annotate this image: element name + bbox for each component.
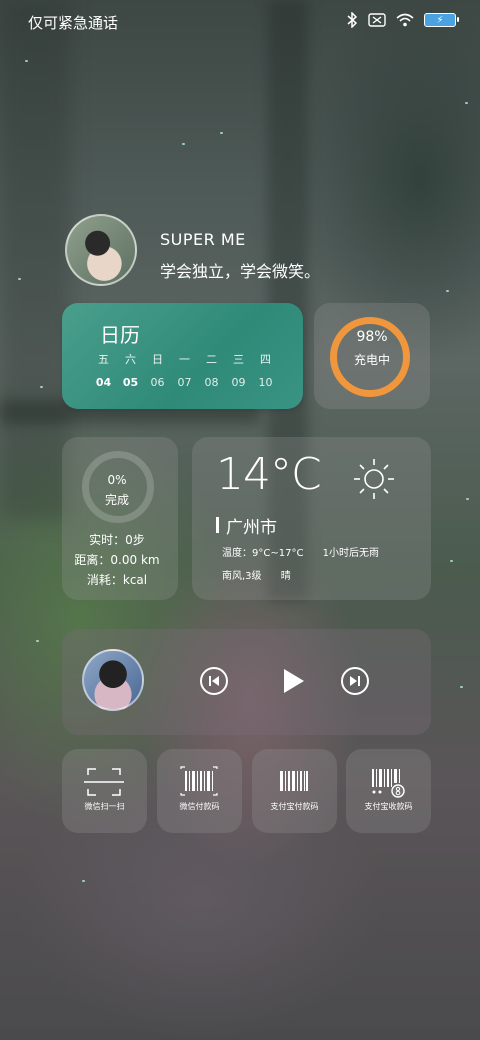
weekday-label: 六 <box>125 353 136 366</box>
steps-progress-ring <box>82 451 154 523</box>
alipay-pay-shortcut[interactable]: 支付宝付款码 <box>252 749 337 833</box>
weather-range: 温度：9°C~17°C <box>222 548 304 559</box>
weather-wind-row: 南风,3级 晴 <box>222 567 307 582</box>
background-speck <box>25 60 28 62</box>
calendar-widget[interactable]: 日历 五 六 日 一 二 三 四 04 05 06 07 08 09 10 <box>62 303 303 409</box>
steps-percent: 0% <box>107 473 127 487</box>
city-marker <box>216 517 219 533</box>
weather-forecast: 1小时后无雨 <box>322 548 379 559</box>
weekday-label: 四 <box>260 353 271 366</box>
weekday-label: 日 <box>152 353 163 366</box>
calendar-date: 06 <box>150 376 165 389</box>
calendar-date: 04 <box>95 376 112 389</box>
charge-status: 充电中 <box>353 353 390 367</box>
weekday-label: 五 <box>98 353 109 366</box>
weather-widget[interactable]: 14°C 广州市 温度：9°C~17°C 1小时后无雨 南风,3级 晴 <box>192 437 431 600</box>
background-speck <box>465 102 468 104</box>
steps-widget[interactable]: 0% 完成 实时：0步 距离：0.00 km 消耗：kcal <box>62 437 178 600</box>
wifi-icon <box>396 13 414 27</box>
shortcut-label: 支付宝付款码 <box>270 802 319 811</box>
barcode-receive-icon <box>372 769 405 798</box>
barcode-icon <box>280 771 308 791</box>
steps-realtime: 实时：0步 <box>89 533 145 547</box>
background-speck <box>36 640 39 642</box>
background-speck <box>40 386 43 388</box>
album-art[interactable] <box>82 649 144 711</box>
avatar[interactable] <box>65 214 137 286</box>
music-widget <box>62 629 431 735</box>
status-icons: ⚡ <box>346 12 459 28</box>
profile-motto: 学会独立，学会微笑。 <box>160 262 321 281</box>
shortcut-label: 微信付款码 <box>179 802 220 811</box>
alipay-receive-shortcut[interactable]: 支付宝收款码 <box>346 749 431 833</box>
profile-name: SUPER ME <box>160 230 246 249</box>
shortcut-label: 支付宝收款码 <box>364 802 413 811</box>
skip-previous-icon[interactable] <box>200 667 228 695</box>
calendar-dates: 04 05 06 07 08 09 10 <box>90 376 279 389</box>
weekday-label: 二 <box>206 353 217 366</box>
background-speck <box>220 132 223 134</box>
charging-widget[interactable]: 98% 充电中 <box>314 303 430 409</box>
steps-distance: 距离：0.00 km <box>74 553 160 567</box>
background-speck <box>466 498 469 500</box>
background-speck <box>182 143 185 145</box>
play-icon[interactable] <box>278 667 306 695</box>
calendar-weekdays: 五 六 日 一 二 三 四 <box>90 351 279 367</box>
battery-charging-icon: ⚡ <box>424 13 459 27</box>
sun-icon <box>354 459 394 499</box>
weather-details-row: 温度：9°C~17°C 1小时后无雨 <box>222 544 395 559</box>
calendar-date: 07 <box>177 376 192 389</box>
bluetooth-icon <box>346 12 358 28</box>
sim-blocked-icon <box>368 13 386 27</box>
carrier-text: 仅可紧急通话 <box>28 14 119 32</box>
background-speck <box>18 278 21 280</box>
calendar-date: 09 <box>231 376 246 389</box>
status-bar: 仅可紧急通话 ⚡ <box>0 0 480 44</box>
calendar-date: 05 <box>122 376 139 389</box>
calendar-title: 日历 <box>100 323 140 347</box>
wechat-scan-shortcut[interactable]: 微信扫一扫 <box>62 749 147 833</box>
charge-percent: 98% <box>356 329 388 345</box>
barcode-icon <box>180 766 218 796</box>
calendar-date: 08 <box>204 376 219 389</box>
background-speck <box>82 880 85 882</box>
weekday-label: 三 <box>233 353 244 366</box>
steps-label: 完成 <box>104 493 129 507</box>
background-shadow <box>0 0 70 520</box>
weather-condition: 晴 <box>280 571 291 582</box>
calendar-date: 10 <box>258 376 273 389</box>
shortcut-label: 微信扫一扫 <box>84 802 125 811</box>
weather-city: 广州市 <box>226 518 277 538</box>
background-speck <box>460 686 463 688</box>
weekday-label: 一 <box>179 353 190 366</box>
skip-next-icon[interactable] <box>341 667 369 695</box>
background-speck <box>446 290 449 292</box>
background-speck <box>450 560 453 562</box>
steps-calories: 消耗：kcal <box>86 573 148 587</box>
wechat-pay-shortcut[interactable]: 微信付款码 <box>157 749 242 833</box>
weather-temperature: 14°C <box>216 449 322 500</box>
scan-icon <box>84 768 124 796</box>
weather-wind: 南风,3级 <box>222 571 262 582</box>
